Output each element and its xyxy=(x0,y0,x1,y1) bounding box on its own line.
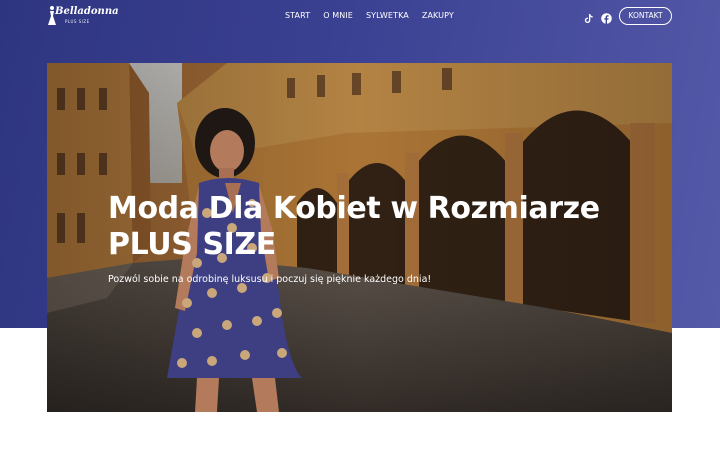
nav-item-o-mnie[interactable]: O MNIE xyxy=(323,11,353,20)
nav-item-zakupy[interactable]: ZAKUPY xyxy=(422,11,454,20)
page: Belladonna PLUS SIZE START O MNIE SYLWET… xyxy=(0,0,720,450)
brand-logo[interactable]: Belladonna PLUS SIZE xyxy=(47,5,119,27)
tiktok-icon[interactable] xyxy=(583,9,594,23)
hero-title-line-2: PLUS SIZE xyxy=(108,227,276,262)
hero-title-line-1: Moda Dla Kobiet w Rozmiarze xyxy=(108,191,600,226)
social-links xyxy=(583,9,612,24)
nav-item-sylwetka[interactable]: SYLWETKA xyxy=(366,11,409,20)
hero-title: Moda Dla Kobiet w Rozmiarze PLUS SIZE xyxy=(108,191,668,263)
contact-button[interactable]: KONTAKT xyxy=(619,7,672,25)
logo-subtext: PLUS SIZE xyxy=(65,19,90,24)
nav-item-start[interactable]: START xyxy=(285,11,310,20)
top-navigation: Belladonna PLUS SIZE START O MNIE SYLWET… xyxy=(0,0,720,34)
facebook-icon[interactable] xyxy=(601,9,612,24)
logo-text: Belladonna xyxy=(55,6,119,17)
hero-subtitle: Pozwól sobie na odrobinę luksusu i poczu… xyxy=(108,274,432,285)
main-menu: START O MNIE SYLWETKA ZAKUPY xyxy=(285,11,467,20)
hero-banner: Moda Dla Kobiet w Rozmiarze PLUS SIZE Po… xyxy=(47,63,672,412)
